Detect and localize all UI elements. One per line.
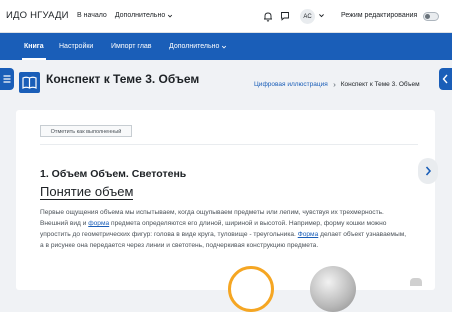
divider	[40, 144, 418, 145]
course-nav: Книга Настройки Импорт глав Дополнительн…	[0, 33, 452, 60]
next-page-button[interactable]	[418, 158, 438, 184]
chevron-left-icon	[442, 74, 448, 84]
tab-book[interactable]: Книга	[22, 33, 46, 60]
chevron-down-icon	[222, 45, 227, 48]
primary-nav: В начало Дополнительно	[77, 12, 173, 19]
tab-more-label: Дополнительно	[169, 43, 220, 50]
chevron-down-icon	[168, 14, 173, 17]
hamburger-icon	[3, 75, 11, 83]
edit-mode-label: Режим редактирования	[341, 12, 418, 19]
breadcrumb-parent[interactable]: Цифровая иллюстрация	[254, 81, 328, 88]
chapter-heading: 1. Объем Объем. Светотень	[40, 168, 187, 180]
glossary-link-form[interactable]: форма	[88, 220, 109, 227]
breadcrumb-current: Конспект к Теме 3. Объем	[340, 81, 420, 88]
chevron-right-icon	[333, 82, 336, 87]
edit-mode-toggle[interactable]	[423, 12, 439, 21]
site-brand[interactable]: ИДО НГУАДИ	[6, 10, 69, 21]
glossary-link-form-2[interactable]: Форма	[298, 231, 319, 238]
user-avatar[interactable]: AC	[300, 9, 315, 24]
content-paragraph: Первые ощущения объема мы испытываем, ко…	[40, 207, 410, 251]
tab-settings[interactable]: Настройки	[59, 33, 93, 60]
tab-more[interactable]: Дополнительно	[169, 33, 227, 60]
top-navbar: ИДО НГУАДИ В начало Дополнительно AC Реж…	[0, 0, 452, 33]
bell-icon	[264, 12, 272, 21]
book-icon	[19, 72, 40, 93]
section-heading: Понятие объем	[40, 184, 134, 200]
page-title: Конспект к Теме 3. Объем	[46, 72, 200, 86]
breadcrumb: Цифровая иллюстрация Конспект к Теме 3. …	[254, 81, 420, 88]
illustration-circle	[228, 266, 274, 312]
chevron-down-icon[interactable]	[318, 12, 325, 19]
tab-import-chapters[interactable]: Импорт глав	[111, 33, 152, 60]
chat-icon	[281, 12, 289, 21]
notifications-button[interactable]	[263, 9, 273, 23]
chevron-right-icon	[425, 166, 432, 176]
nav-more[interactable]: Дополнительно	[115, 12, 173, 19]
messages-button[interactable]	[280, 9, 290, 23]
nav-home[interactable]: В начало	[77, 12, 107, 19]
block-drawer-toggle[interactable]	[439, 68, 452, 90]
mark-done-button[interactable]: Отметить как выполненный	[40, 125, 132, 137]
nav-more-label: Дополнительно	[114, 12, 166, 19]
illustration-shape	[410, 278, 422, 286]
course-index-toggle[interactable]	[0, 68, 14, 90]
toggle-knob	[425, 14, 430, 19]
illustration-sphere	[310, 266, 356, 312]
